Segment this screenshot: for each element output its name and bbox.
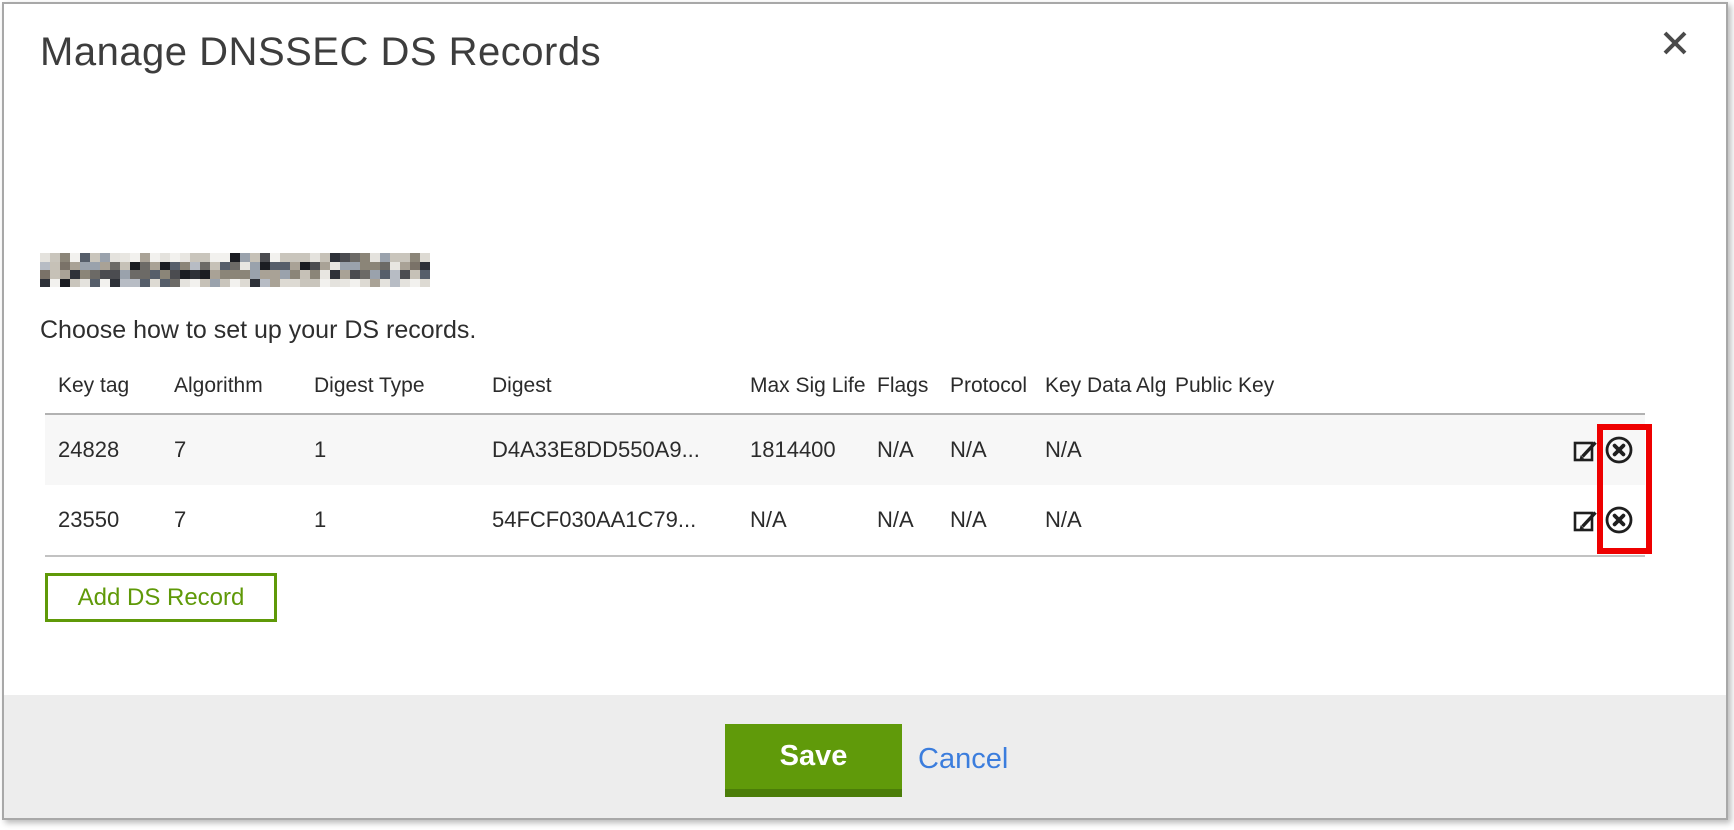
column-header: Algorithm bbox=[174, 372, 314, 398]
table-cell: N/A bbox=[877, 507, 950, 533]
table-cell: 24828 bbox=[45, 437, 174, 463]
delete-record-button[interactable] bbox=[1604, 435, 1634, 465]
column-header: Public Key bbox=[1175, 372, 1645, 398]
column-header: Key Data Alg bbox=[1045, 372, 1175, 398]
table-cell: N/A bbox=[877, 437, 950, 463]
table-cell: 1814400 bbox=[750, 437, 877, 463]
table-cell: 7 bbox=[174, 507, 314, 533]
table-row: 235507154FCF030AA1C79...N/AN/AN/AN/A bbox=[45, 485, 1645, 555]
table-cell: N/A bbox=[950, 437, 1045, 463]
table-body: 2482871D4A33E8DD550A9...1814400N/AN/AN/A… bbox=[45, 415, 1645, 557]
circle-x-icon bbox=[1604, 453, 1634, 468]
cancel-link[interactable]: Cancel bbox=[918, 724, 1008, 797]
modal-footer: Save Cancel bbox=[4, 695, 1726, 818]
table-row: 2482871D4A33E8DD550A9...1814400N/AN/AN/A bbox=[45, 415, 1645, 485]
edit-record-button[interactable] bbox=[1572, 437, 1599, 464]
page-title: Manage DNSSEC DS Records bbox=[40, 30, 601, 75]
table-cell: N/A bbox=[1045, 507, 1175, 533]
close-icon[interactable] bbox=[1660, 28, 1690, 58]
save-button[interactable]: Save bbox=[725, 724, 902, 797]
column-header: Max Sig Life bbox=[750, 372, 877, 398]
column-header: Flags bbox=[877, 372, 950, 398]
table-header-row: Key tagAlgorithmDigest TypeDigestMax Sig… bbox=[45, 372, 1645, 415]
table-cell: N/A bbox=[1045, 437, 1175, 463]
add-ds-record-button[interactable]: Add DS Record bbox=[45, 573, 277, 622]
edit-pencil-icon bbox=[1572, 452, 1599, 467]
redacted-domain-name bbox=[40, 253, 430, 287]
column-header: Digest Type bbox=[314, 372, 492, 398]
dnssec-modal: Manage DNSSEC DS Records Choose how to s… bbox=[2, 2, 1728, 820]
table-cell: 54FCF030AA1C79... bbox=[492, 507, 750, 533]
table-cell: 1 bbox=[314, 507, 492, 533]
ds-records-table: Key tagAlgorithmDigest TypeDigestMax Sig… bbox=[45, 372, 1645, 557]
table-cell: 7 bbox=[174, 437, 314, 463]
circle-x-icon bbox=[1604, 523, 1634, 538]
delete-record-button[interactable] bbox=[1604, 505, 1634, 535]
table-cell: N/A bbox=[750, 507, 877, 533]
table-cell: D4A33E8DD550A9... bbox=[492, 437, 750, 463]
column-header: Protocol bbox=[950, 372, 1045, 398]
table-cell: N/A bbox=[950, 507, 1045, 533]
column-header: Key tag bbox=[45, 372, 174, 398]
edit-record-button[interactable] bbox=[1572, 507, 1599, 534]
edit-pencil-icon bbox=[1572, 522, 1599, 537]
table-cell: 1 bbox=[314, 437, 492, 463]
table-cell: 23550 bbox=[45, 507, 174, 533]
instruction-text: Choose how to set up your DS records. bbox=[40, 316, 476, 345]
column-header: Digest bbox=[492, 372, 750, 398]
